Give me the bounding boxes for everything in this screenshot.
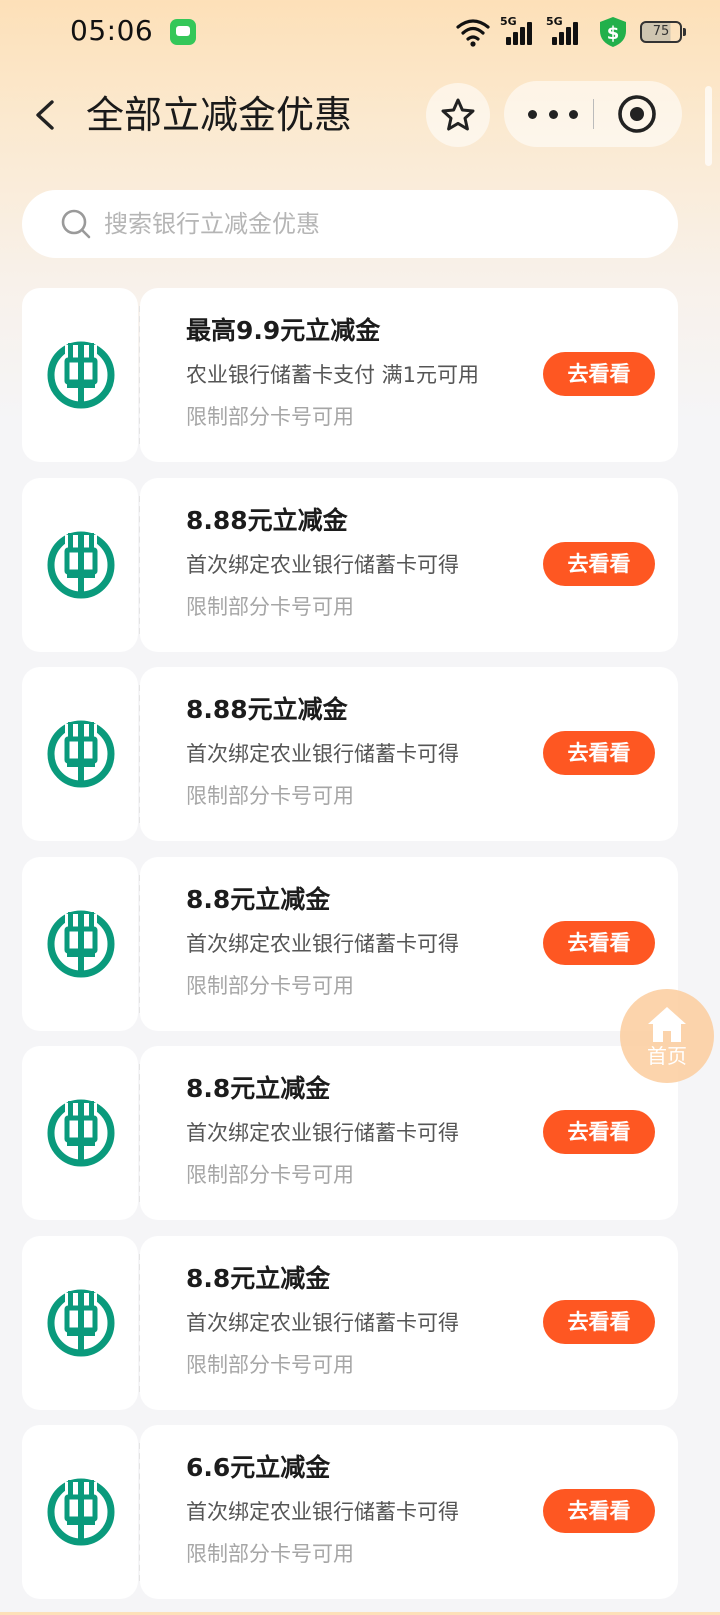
go-see-button[interactable]: 去看看 [543, 1299, 655, 1344]
go-see-button[interactable]: 去看看 [543, 352, 655, 396]
coupon-title: 8.88元立减金 [186, 505, 348, 535]
coupon-logo-panel [22, 667, 138, 841]
coupon-description: 首次绑定农业银行储蓄卡可得 [186, 931, 459, 956]
search-bar[interactable] [22, 190, 678, 258]
coupon-card[interactable]: 8.88元立减金 首次绑定农业银行储蓄卡可得 限制部分卡号可用 去看看 [22, 477, 678, 652]
coupon-description: 首次绑定农业银行储蓄卡可得 [186, 1310, 459, 1335]
cell-signal-icon: 5G [546, 15, 584, 47]
scrollbar[interactable] [705, 86, 712, 166]
nav-header: 全部立减金优惠 [0, 80, 720, 150]
status-bar: 05:06 5G 5G $ 75 [0, 0, 720, 64]
abc-bank-logo [47, 1099, 115, 1167]
message-icon [170, 19, 196, 45]
abc-bank-logo [47, 910, 115, 977]
go-see-button[interactable]: 去看看 [543, 541, 655, 586]
status-time: 05:06 [70, 14, 154, 47]
coupon-logo-panel [22, 856, 138, 1031]
page-title: 全部立减金优惠 [86, 93, 353, 137]
coupon-card[interactable]: 最高9.9元立减金 农业银行储蓄卡支付 满1元可用 限制部分卡号可用 去看看 [22, 288, 678, 462]
coupon-title: 8.88元立减金 [186, 695, 348, 724]
coupon-card[interactable]: 8.8元立减金 首次绑定农业银行储蓄卡可得 限制部分卡号可用 去看看 [22, 856, 678, 1031]
home-float-button[interactable]: 首页 [620, 989, 714, 1083]
coupon-description: 首次绑定农业银行储蓄卡可得 [186, 1121, 459, 1145]
abc-bank-logo [47, 531, 115, 598]
coupon-logo-panel [22, 288, 138, 462]
search-icon [61, 209, 91, 239]
chevron-left-icon[interactable] [22, 90, 72, 140]
coupon-limit-note: 限制部分卡号可用 [186, 594, 354, 619]
abc-bank-logo [47, 1478, 115, 1546]
wifi-icon [456, 19, 490, 47]
coupon-title: 8.8元立减金 [186, 1263, 331, 1293]
coupon-logo-panel [22, 1046, 138, 1220]
more-dots-icon[interactable] [528, 98, 578, 130]
svg-text:$: $ [607, 23, 620, 44]
abc-bank-logo [47, 720, 115, 788]
mini-program-capsule [504, 81, 682, 147]
cell-signal-icon: 5G [500, 15, 538, 47]
coupon-limit-note: 限制部分卡号可用 [186, 1163, 354, 1187]
coupon-description: 首次绑定农业银行储蓄卡可得 [186, 742, 459, 766]
coupon-limit-note: 限制部分卡号可用 [186, 1352, 354, 1377]
home-icon [648, 1007, 686, 1042]
coupon-card[interactable]: 8.8元立减金 首次绑定农业银行储蓄卡可得 限制部分卡号可用 去看看 [22, 1235, 678, 1410]
go-see-button[interactable]: 去看看 [543, 1489, 655, 1533]
battery-indicator: 75 [640, 21, 686, 43]
coupon-card[interactable]: 8.8元立减金 首次绑定农业银行储蓄卡可得 限制部分卡号可用 去看看 [22, 1046, 678, 1220]
coupon-title: 6.6元立减金 [186, 1453, 331, 1482]
coupon-limit-note: 限制部分卡号可用 [186, 784, 354, 808]
abc-bank-logo [47, 1289, 115, 1356]
home-label: 首页 [647, 1044, 687, 1068]
coupon-limit-note: 限制部分卡号可用 [186, 973, 354, 998]
shield-dollar-icon: $ [600, 17, 626, 47]
coupon-title: 8.8元立减金 [186, 884, 331, 914]
coupon-title: 8.8元立减金 [186, 1074, 331, 1103]
abc-bank-logo [47, 341, 115, 409]
coupon-card[interactable]: 6.6元立减金 首次绑定农业银行储蓄卡可得 限制部分卡号可用 去看看 [22, 1425, 678, 1599]
status-icons: 5G 5G $ 75 [456, 14, 686, 50]
capsule-divider [593, 99, 594, 129]
go-see-button[interactable]: 去看看 [543, 920, 655, 965]
coupon-logo-panel [22, 477, 138, 652]
coupon-logo-panel [22, 1235, 138, 1410]
go-see-button[interactable]: 去看看 [543, 1110, 655, 1154]
coupon-description: 首次绑定农业银行储蓄卡可得 [186, 1500, 459, 1524]
go-see-button[interactable]: 去看看 [543, 731, 655, 775]
search-input[interactable] [102, 209, 626, 239]
target-close-icon[interactable] [616, 93, 658, 135]
coupon-card[interactable]: 8.88元立减金 首次绑定农业银行储蓄卡可得 限制部分卡号可用 去看看 [22, 667, 678, 841]
coupon-description: 农业银行储蓄卡支付 满1元可用 [186, 363, 480, 387]
star-icon [441, 98, 475, 131]
coupon-limit-note: 限制部分卡号可用 [186, 1542, 354, 1566]
coupon-limit-note: 限制部分卡号可用 [186, 405, 354, 429]
coupon-title: 最高9.9元立减金 [186, 316, 381, 345]
coupon-description: 首次绑定农业银行储蓄卡可得 [186, 552, 459, 577]
coupon-logo-panel [22, 1425, 138, 1599]
coupon-list: 最高9.9元立减金 农业银行储蓄卡支付 满1元可用 限制部分卡号可用 去看看 8… [22, 288, 678, 1615]
favorite-button[interactable] [426, 83, 490, 147]
